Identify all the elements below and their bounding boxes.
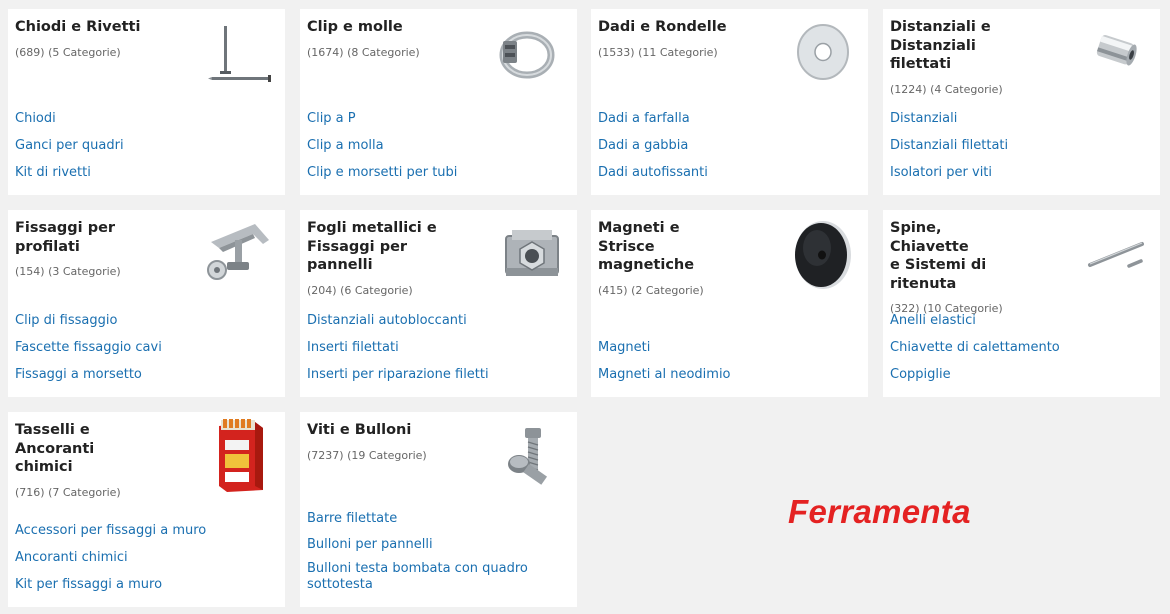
cage-nut-icon [505,230,559,276]
category-count: (1224) (4 Categorie) [890,82,1003,96]
category-card-clip-molle: Clip e molle (1674) (8 Categorie) Clip a… [300,9,577,195]
category-title[interactable]: Tasselli e Ancoranti chimici [15,421,145,477]
subcategory-link[interactable]: Fissaggi a morsetto [15,367,278,383]
subcategory-link[interactable]: Ancoranti chimici [15,550,278,566]
category-card-chiodi-rivetti: Chiodi e Rivetti (689) (5 Categorie) Chi… [8,9,285,195]
subcategory-link[interactable]: Clip di fissaggio [15,313,278,329]
subcategory-link[interactable]: Dadi a farfalla [598,111,861,127]
subcategory-link[interactable]: Dadi autofissanti [598,165,861,181]
category-title[interactable]: Spine, Chiavette e Sistemi di ritenuta [890,219,1020,293]
subcategory-link[interactable]: Distanziali filettati [890,138,1153,154]
subcategory-link[interactable]: Clip e morsetti per tubi [307,165,570,181]
dowel-pins-icon [1088,242,1144,268]
brand-logo: Ferramenta [788,493,971,530]
category-card-fogli-metallici: Fogli metallici e Fissaggi per pannelli … [300,210,577,397]
category-title[interactable]: Chiodi e Rivetti [15,18,145,37]
subcategory-link[interactable]: Distanziali [890,111,1153,127]
category-card-tasselli: Tasselli e Ancoranti chimici (716) (7 Ca… [8,412,285,607]
category-card-fissaggi-profilati: Fissaggi per profilati (154) (3 Categori… [8,210,285,397]
subcategory-link[interactable]: Magneti al neodimio [598,367,861,383]
category-title[interactable]: Clip e molle [307,18,437,37]
category-title[interactable]: Magneti e Strisce magnetiche [598,219,728,275]
spacer-icon [1096,35,1137,66]
pot-magnet-icon [795,221,851,289]
category-card-magneti: Magneti e Strisce magnetiche (415) (2 Ca… [591,210,868,397]
bolt-icon [508,428,548,485]
subcategory-link[interactable]: Bulloni per pannelli [307,537,570,553]
subcategory-link[interactable]: Dadi a gabbia [598,138,861,154]
subcategory-link[interactable]: Isolatori per viti [890,165,1153,181]
subcategory-link[interactable]: Kit di rivetti [15,165,278,181]
category-title[interactable]: Dadi e Rondelle [598,18,728,37]
category-card-viti-bulloni: Viti e Bulloni (7237) (19 Categorie) Bar… [300,412,577,607]
subcategory-link[interactable]: Coppiglie [890,367,1153,383]
subcategory-link[interactable]: Distanziali autobloccanti [307,313,570,329]
subcategory-link[interactable]: Ganci per quadri [15,138,278,154]
category-title[interactable]: Fogli metallici e Fissaggi per pannelli [307,219,437,275]
category-card-spine-chiavette: Spine, Chiavette e Sistemi di ritenuta (… [883,210,1160,397]
category-title[interactable]: Fissaggi per profilati [15,219,145,256]
subcategory-link[interactable]: Bulloni testa bombata con quadro sottote… [307,561,537,593]
category-card-dadi-rondelle: Dadi e Rondelle (1533) (11 Categorie) Da… [591,9,868,195]
subcategory-link[interactable]: Clip a P [307,111,570,127]
subcategory-link[interactable]: Kit per fissaggi a muro [15,577,278,593]
subcategory-link[interactable]: Accessori per fissaggi a muro [15,523,278,539]
wall-plug-box-icon [219,419,263,492]
subcategory-link[interactable]: Magneti [598,340,861,356]
subcategory-link[interactable]: Anelli elastici [890,313,1153,329]
subcategory-link[interactable]: Chiodi [15,111,278,127]
subcategory-link[interactable]: Clip a molla [307,138,570,154]
category-count: (204) (6 Categorie) [307,283,413,297]
hose-clamp-icon [499,31,555,79]
subcategory-link[interactable]: Chiavette di calettamento [890,340,1153,356]
category-title[interactable]: Distanziali e Distanziali filettati [890,18,1020,74]
washer-icon [797,24,849,80]
subcategory-link[interactable]: Fascette fissaggio cavi [15,340,278,356]
category-title[interactable]: Viti e Bulloni [307,421,437,440]
nail-icon [208,26,271,82]
subcategory-link[interactable]: Inserti filettati [307,340,570,356]
subcategory-link[interactable]: Barre filettate [307,511,570,527]
category-card-distanziali: Distanziali e Distanziali filettati (122… [883,9,1160,195]
beam-clamp-icon [207,224,269,280]
subcategory-link[interactable]: Inserti per riparazione filetti [307,367,570,383]
